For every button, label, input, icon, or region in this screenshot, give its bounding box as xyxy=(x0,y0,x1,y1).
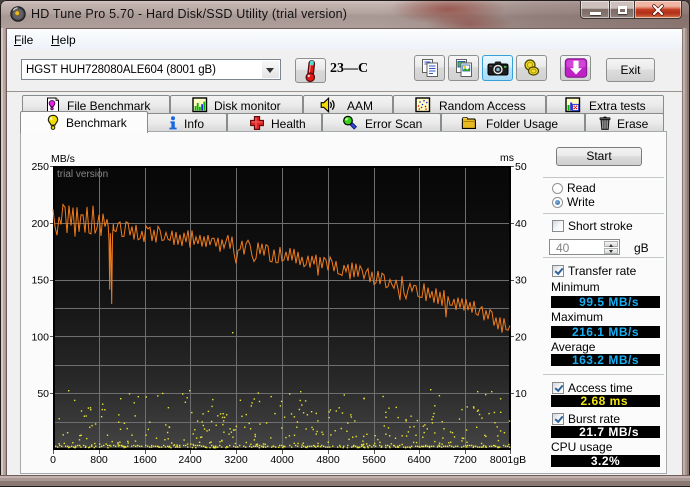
svg-text:50: 50 xyxy=(515,161,527,173)
svg-text:1600: 1600 xyxy=(133,454,157,466)
svg-text:3200: 3200 xyxy=(224,454,248,466)
svg-text:8001gB: 8001gB xyxy=(490,454,526,466)
svg-text:10: 10 xyxy=(515,388,527,400)
svg-text:4800: 4800 xyxy=(316,454,340,466)
svg-text:0: 0 xyxy=(50,454,56,466)
svg-text:150: 150 xyxy=(31,275,49,287)
svg-text:800: 800 xyxy=(90,454,108,466)
svg-text:4000: 4000 xyxy=(270,454,294,466)
svg-text:MB/s: MB/s xyxy=(51,153,75,165)
svg-text:5600: 5600 xyxy=(362,454,386,466)
svg-text:6400: 6400 xyxy=(407,454,431,466)
svg-text:250: 250 xyxy=(31,161,49,173)
svg-text:100: 100 xyxy=(31,331,49,343)
svg-text:trial version: trial version xyxy=(57,169,108,180)
svg-text:7200: 7200 xyxy=(453,454,477,466)
svg-text:30: 30 xyxy=(515,275,527,287)
svg-text:20: 20 xyxy=(515,331,527,343)
svg-text:200: 200 xyxy=(31,218,49,230)
svg-text:40: 40 xyxy=(515,218,527,230)
svg-text:2400: 2400 xyxy=(178,454,202,466)
svg-text:50: 50 xyxy=(37,388,49,400)
svg-text:ms: ms xyxy=(500,152,514,164)
